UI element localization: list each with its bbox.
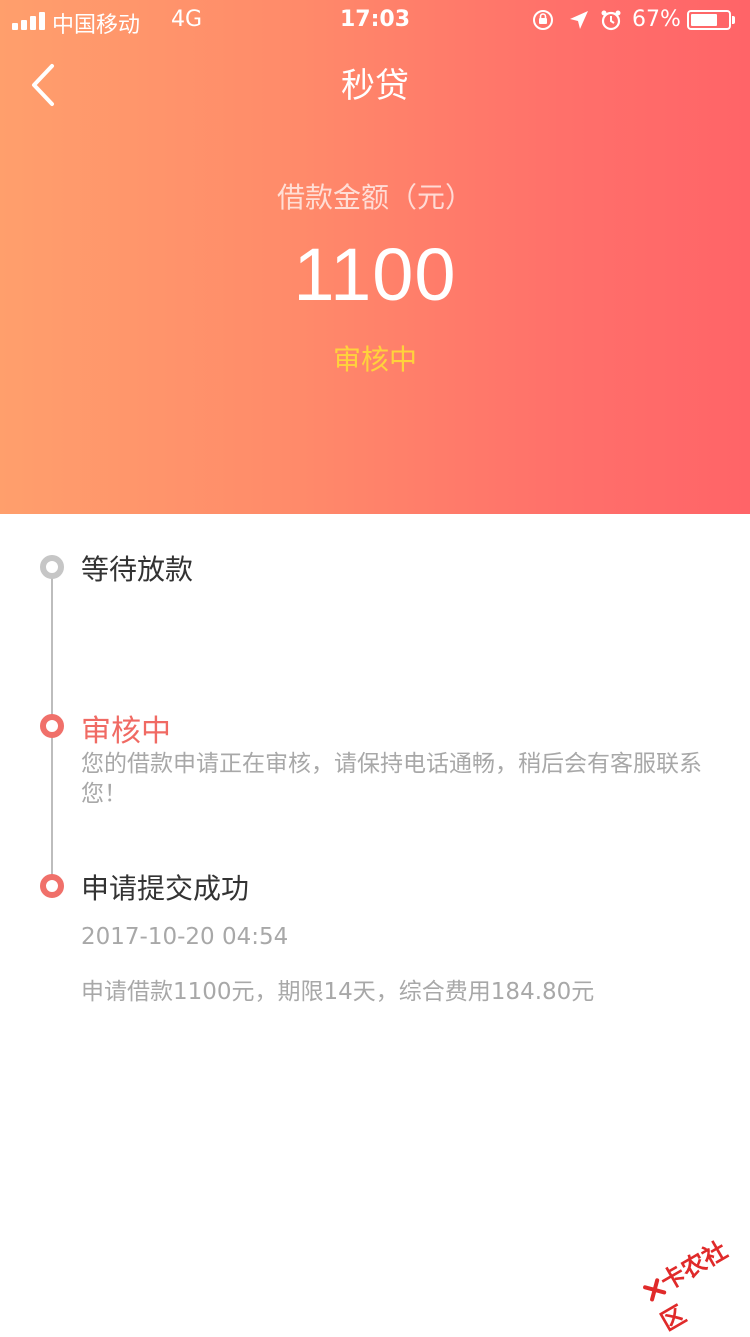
battery-icon bbox=[687, 10, 731, 30]
alarm-icon bbox=[601, 10, 621, 31]
location-icon bbox=[570, 11, 588, 29]
battery-tip bbox=[732, 16, 735, 24]
step-description: 您的借款申请正在审核，请保持电话通畅，稍后会有客服联系您！ bbox=[81, 751, 702, 807]
orientation-lock-icon bbox=[533, 10, 553, 30]
step-detail: 申请借款1100元，期限14天，综合费用184.80元 bbox=[81, 979, 595, 1005]
watermark-text: 卡农社区 bbox=[655, 1235, 733, 1337]
header-banner: 中国移动 4G 17:03 67% 秒贷 借款金额（元） 1100 审核中 bbox=[0, 0, 750, 514]
timeline-dot-pending bbox=[40, 555, 64, 579]
loan-status: 审核中 bbox=[332, 343, 417, 376]
timeline-dot-current bbox=[40, 714, 64, 738]
loan-amount-label: 借款金额（元） bbox=[276, 181, 473, 214]
step-title-under-review: 审核中 bbox=[81, 714, 171, 749]
battery-percent: 67% bbox=[632, 7, 681, 32]
step-title-submitted: 申请提交成功 bbox=[81, 872, 250, 905]
page-title: 秒贷 bbox=[341, 66, 409, 106]
timeline-dot-done bbox=[40, 874, 64, 898]
step-timestamp: 2017-10-20 04:54 bbox=[81, 924, 289, 950]
loan-amount: 1100 bbox=[293, 233, 457, 316]
step-title-waiting-disbursement: 等待放款 bbox=[81, 553, 194, 586]
watermark-logo: 卡农社区 bbox=[635, 1225, 750, 1337]
status-bar: 中国移动 4G 17:03 67% bbox=[0, 0, 750, 40]
